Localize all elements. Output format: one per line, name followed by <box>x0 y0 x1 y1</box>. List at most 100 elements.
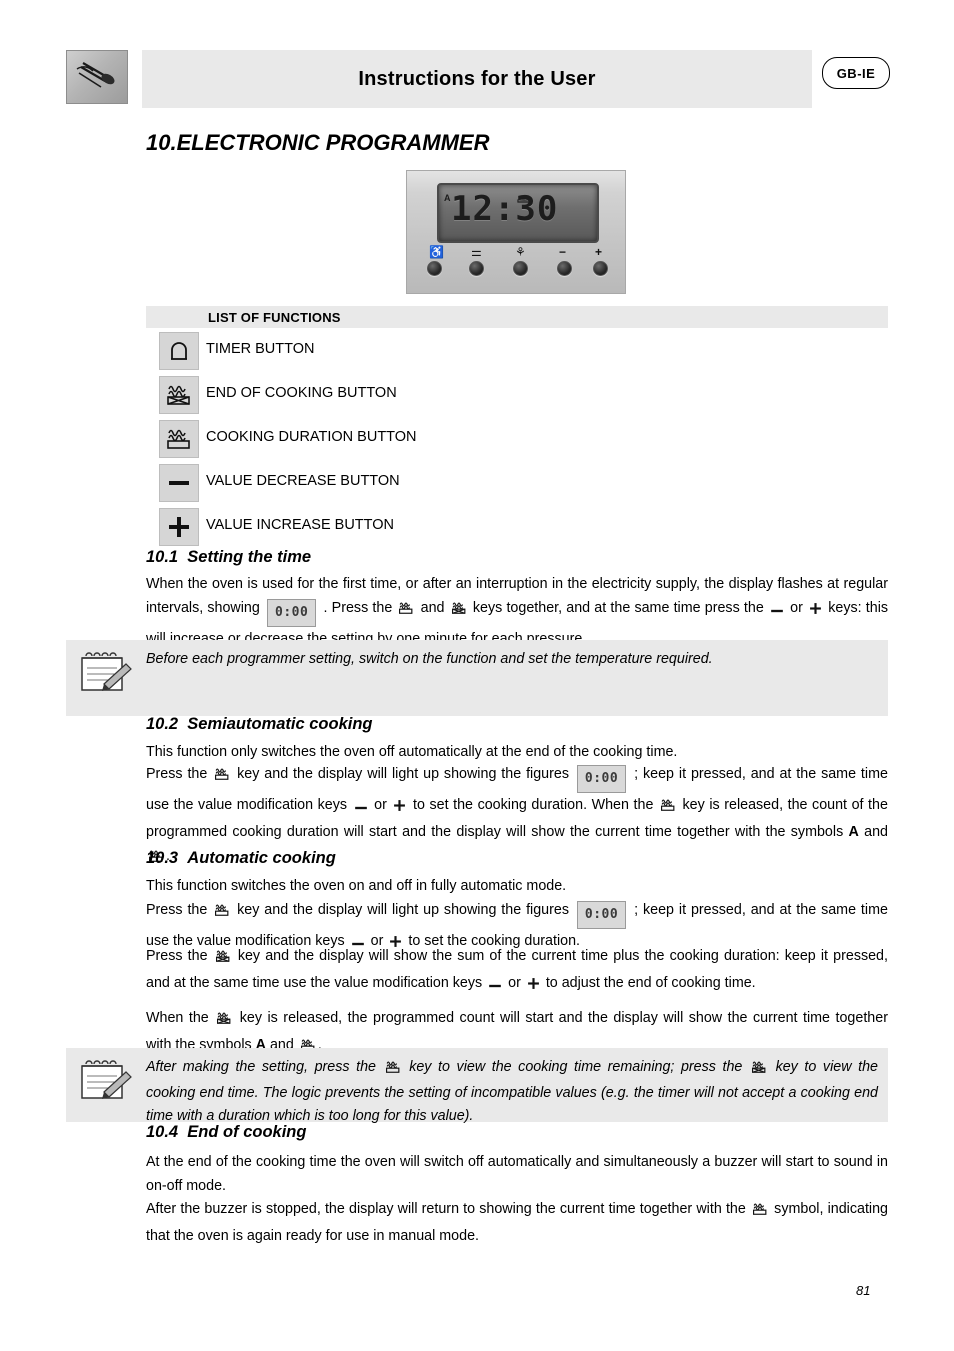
programmer-icon-row: ♿ ⚌ ⚘ − + <box>423 245 609 261</box>
timer-button[interactable] <box>427 261 442 276</box>
minus-icon <box>488 974 502 998</box>
text-part: Press the <box>146 948 208 964</box>
bell-icon <box>159 332 199 370</box>
functions-table-header-label: LIST OF FUNCTIONS <box>208 310 341 325</box>
heading-number: 10.2 <box>146 715 179 733</box>
paragraph-10-4-a: At the end of the cooking time the oven … <box>146 1150 888 1198</box>
minus-icon: − <box>559 245 567 259</box>
heading-text: End of cooking <box>187 1123 307 1141</box>
end-of-cooking-icon <box>215 947 231 971</box>
cooking-duration-icon <box>660 796 676 820</box>
heading-10-4: 10.4 End of cooking <box>146 1123 306 1142</box>
text-part: . Press the <box>323 600 393 616</box>
note-box-2: After making the setting, press the key … <box>66 1048 888 1124</box>
notepad-pencil-icon <box>74 1056 140 1104</box>
paragraph-10-4-b: After the buzzer is stopped, the display… <box>146 1197 888 1248</box>
text-part: and <box>864 824 888 840</box>
paragraph-10-3-a: This function switches the oven on and o… <box>146 874 888 898</box>
function-label: VALUE DECREASE BUTTON <box>206 473 400 489</box>
minus-icon <box>770 599 784 623</box>
text-part: key and the display will light up showin… <box>237 902 569 918</box>
cooking-duration-icon <box>214 901 230 925</box>
symbol-a: A <box>848 824 859 840</box>
text-part: keys together, and at the same time pres… <box>472 600 764 616</box>
page-number: 81 <box>856 1283 871 1298</box>
heading-number: 10.1 <box>146 548 179 566</box>
text-part: This function only switches the oven off… <box>146 744 678 760</box>
text-part: or <box>508 975 521 991</box>
plus-icon: + <box>595 245 603 259</box>
table-row: VALUE DECREASE BUTTON <box>146 462 888 506</box>
lcd-auto-indicator: A <box>444 193 451 203</box>
cooking-duration-icon <box>398 599 414 623</box>
text-part: Press the <box>146 766 208 782</box>
text-part: After the buzzer is stopped, the display… <box>146 1201 746 1217</box>
heading-10-3: 10.3 Automatic cooking <box>146 849 336 868</box>
text-part: key to view the cooking time remaining; … <box>409 1059 743 1075</box>
programmer-lcd: A 12:30 <box>437 183 599 243</box>
table-row: TIMER BUTTON <box>146 330 888 374</box>
text-part: to adjust the end of cooking time. <box>545 975 756 991</box>
heading-10-1: 10.1 Setting the time <box>146 548 311 567</box>
text-part: to set the cooking duration. When the <box>413 797 654 813</box>
heading-text: Setting the time <box>187 548 312 566</box>
heading-number: 10.4 <box>146 1123 179 1141</box>
lcd-time-value: 12:30 <box>451 189 559 229</box>
plus-icon <box>809 599 822 623</box>
programmer-panel-image: A 12:30 ♿ ⚌ ⚘ − + <box>406 170 626 294</box>
functions-table: TIMER BUTTON END OF COOKING BUTTON COOKI… <box>146 330 888 550</box>
minus-icon <box>159 464 199 502</box>
table-row: VALUE INCREASE BUTTON <box>146 506 888 550</box>
heading-text: Semiautomatic cooking <box>187 715 373 733</box>
end-of-cooking-icon <box>159 376 199 414</box>
heading-text: Automatic cooking <box>187 849 336 867</box>
heading-10-2: 10.2 Semiautomatic cooking <box>146 715 373 734</box>
heading-number: 10.3 <box>146 849 179 867</box>
text-part: and <box>420 600 445 616</box>
text-part: After making the setting, press the <box>146 1059 377 1075</box>
cooking-duration-button[interactable] <box>469 261 484 276</box>
bell-icon: ♿ <box>429 245 444 259</box>
cooking-duration-icon <box>159 420 199 458</box>
end-of-cooking-icon <box>216 1009 232 1033</box>
page-title: Instructions for the User <box>358 67 596 90</box>
language-badge: GB-IE <box>822 57 890 89</box>
function-label: VALUE INCREASE BUTTON <box>206 517 395 533</box>
note-text-1: Before each programmer setting, switch o… <box>146 651 713 667</box>
text-part: key and the display will light up showin… <box>237 766 569 782</box>
text-part: or <box>374 797 387 813</box>
text-part: Press the <box>146 902 208 918</box>
end-of-cooking-icon: ⚘ <box>515 245 526 259</box>
table-row: END OF COOKING BUTTON <box>146 374 888 418</box>
lcd-chip: 0:00 <box>576 901 627 929</box>
text-part: At the end of the cooking time the oven … <box>146 1154 888 1194</box>
end-of-cooking-icon <box>751 1059 767 1082</box>
plus-icon <box>527 974 540 998</box>
paragraph-10-3-c: Press the key and the display will show … <box>146 944 888 998</box>
value-decrease-button[interactable] <box>557 261 572 276</box>
logo-whisk-icon <box>66 50 128 104</box>
plus-icon <box>393 796 406 820</box>
value-increase-button[interactable] <box>593 261 608 276</box>
section-number: 10. <box>146 130 177 155</box>
table-row: COOKING DURATION BUTTON <box>146 418 888 462</box>
function-label: COOKING DURATION BUTTON <box>206 429 417 445</box>
header-title-bar: Instructions for the User <box>142 50 812 108</box>
functions-table-header: LIST OF FUNCTIONS <box>146 306 888 328</box>
text-part: When the <box>146 1010 209 1026</box>
programmer-button-row <box>423 261 609 285</box>
text-part: or <box>790 600 803 616</box>
text-part: This function switches the oven on and o… <box>146 878 567 894</box>
cooking-duration-icon <box>214 765 230 789</box>
cooking-duration-icon: ⚌ <box>471 245 482 259</box>
end-of-cooking-icon <box>451 599 467 623</box>
page-header: Instructions for the User GB-IE <box>66 50 890 112</box>
end-of-cooking-button[interactable] <box>513 261 528 276</box>
section-title: 10.ELECTRONIC PROGRAMMER <box>146 130 489 156</box>
function-label: TIMER BUTTON <box>206 341 315 357</box>
function-label: END OF COOKING BUTTON <box>206 385 397 401</box>
minus-icon <box>354 796 368 820</box>
lcd-chip: 0:00 <box>267 599 317 627</box>
plus-icon <box>159 508 199 546</box>
notepad-pencil-icon <box>74 648 140 696</box>
